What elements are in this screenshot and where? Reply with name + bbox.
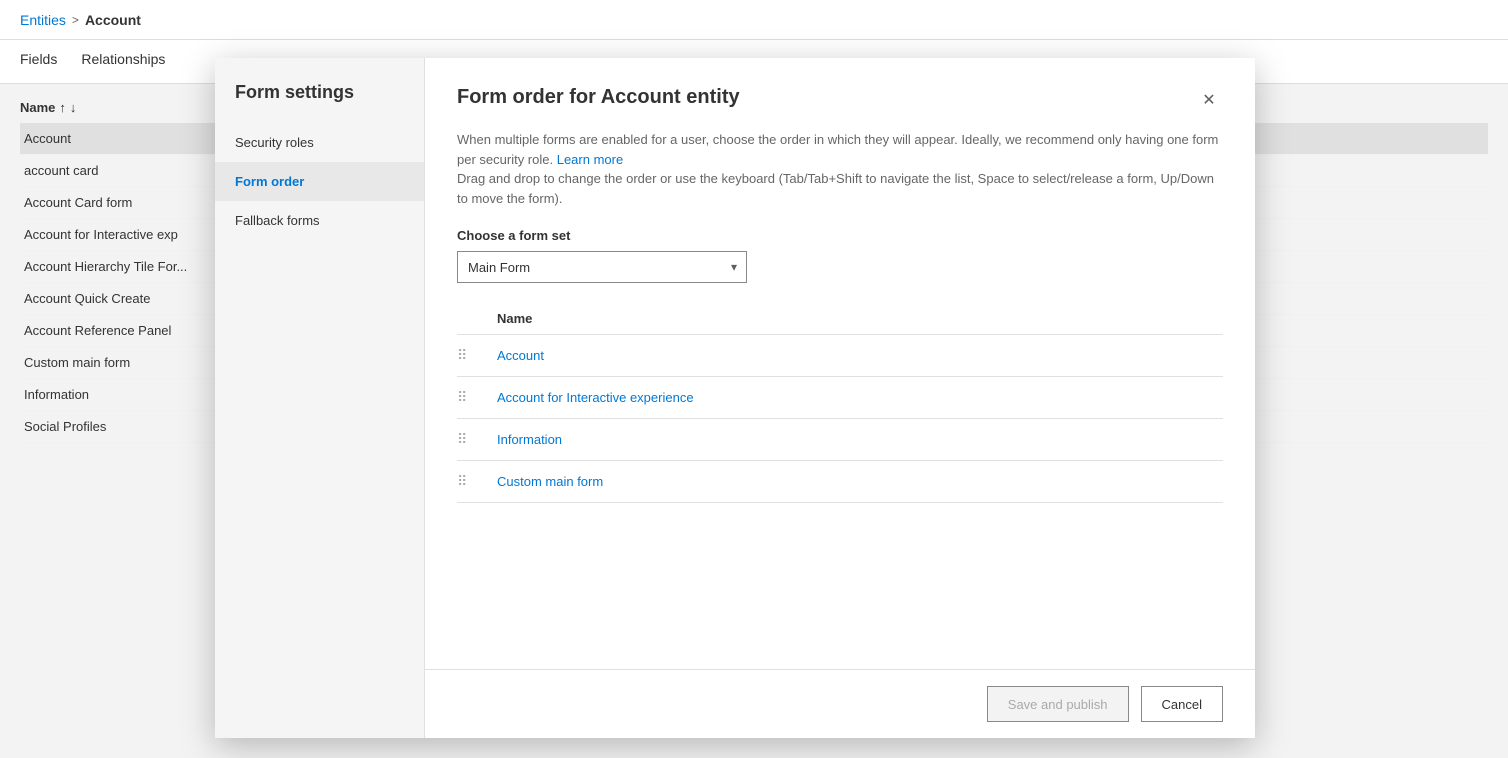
form-name-cell[interactable]: Account (497, 335, 1223, 377)
cancel-button[interactable]: Cancel (1141, 686, 1223, 722)
drag-handle-icon[interactable]: ⠿ (457, 431, 478, 447)
modal-description: When multiple forms are enabled for a us… (457, 130, 1223, 208)
nav-item-security-roles[interactable]: Security roles (215, 123, 424, 162)
form-set-select[interactable]: Main Form Quick Create Card (457, 251, 747, 283)
sort-down-icon: ↓ (70, 100, 77, 115)
nav-item-fallback-forms[interactable]: Fallback forms (215, 201, 424, 240)
modal-left-panel: Form settings Security roles Form order … (215, 58, 425, 738)
breadcrumb-parent[interactable]: Entities (20, 12, 66, 28)
modal-title: Form order for Account entity (457, 86, 740, 109)
tab-fields[interactable]: Fields (20, 51, 57, 73)
breadcrumb: Entities > Account (20, 12, 141, 28)
table-row[interactable]: ⠿ Account for Interactive experience (457, 377, 1223, 419)
breadcrumb-current: Account (85, 12, 141, 28)
tab-relationships[interactable]: Relationships (81, 51, 165, 73)
drag-handle-icon[interactable]: ⠿ (457, 473, 478, 489)
form-name-cell[interactable]: Custom main form (497, 461, 1223, 503)
form-name-cell[interactable]: Information (497, 419, 1223, 461)
sort-up-icon: ↑ (59, 100, 66, 115)
close-button[interactable]: ✕ (1195, 86, 1223, 114)
modal-left-title: Form settings (215, 82, 424, 123)
close-icon: ✕ (1202, 90, 1215, 110)
form-set-selector[interactable]: Main Form Quick Create Card ▾ (457, 251, 747, 283)
form-list-table: Name ⠿ Account ⠿ Account for Interactive… (457, 303, 1223, 503)
name-col-header: Name (497, 303, 1223, 335)
sort-label: Name (20, 100, 55, 115)
drag-col-header (457, 303, 497, 335)
nav-item-form-order[interactable]: Form order (215, 162, 424, 201)
modal-footer: Save and publish Cancel (425, 669, 1255, 738)
breadcrumb-separator: > (72, 13, 79, 27)
table-row[interactable]: ⠿ Account (457, 335, 1223, 377)
table-row[interactable]: ⠿ Custom main form (457, 461, 1223, 503)
form-name-cell[interactable]: Account for Interactive experience (497, 377, 1223, 419)
choose-form-set-label: Choose a form set (457, 228, 1223, 243)
modal-header: Form order for Account entity ✕ (457, 86, 1223, 114)
drag-handle-icon[interactable]: ⠿ (457, 389, 478, 405)
modal-right-panel: Form order for Account entity ✕ When mul… (425, 58, 1255, 738)
drag-handle-icon[interactable]: ⠿ (457, 347, 478, 363)
learn-more-link[interactable]: Learn more (557, 152, 623, 167)
save-and-publish-button[interactable]: Save and publish (987, 686, 1129, 722)
modal-dialog: Form settings Security roles Form order … (215, 58, 1255, 738)
description-text-2: Drag and drop to change the order or use… (457, 171, 1214, 206)
table-row[interactable]: ⠿ Information (457, 419, 1223, 461)
